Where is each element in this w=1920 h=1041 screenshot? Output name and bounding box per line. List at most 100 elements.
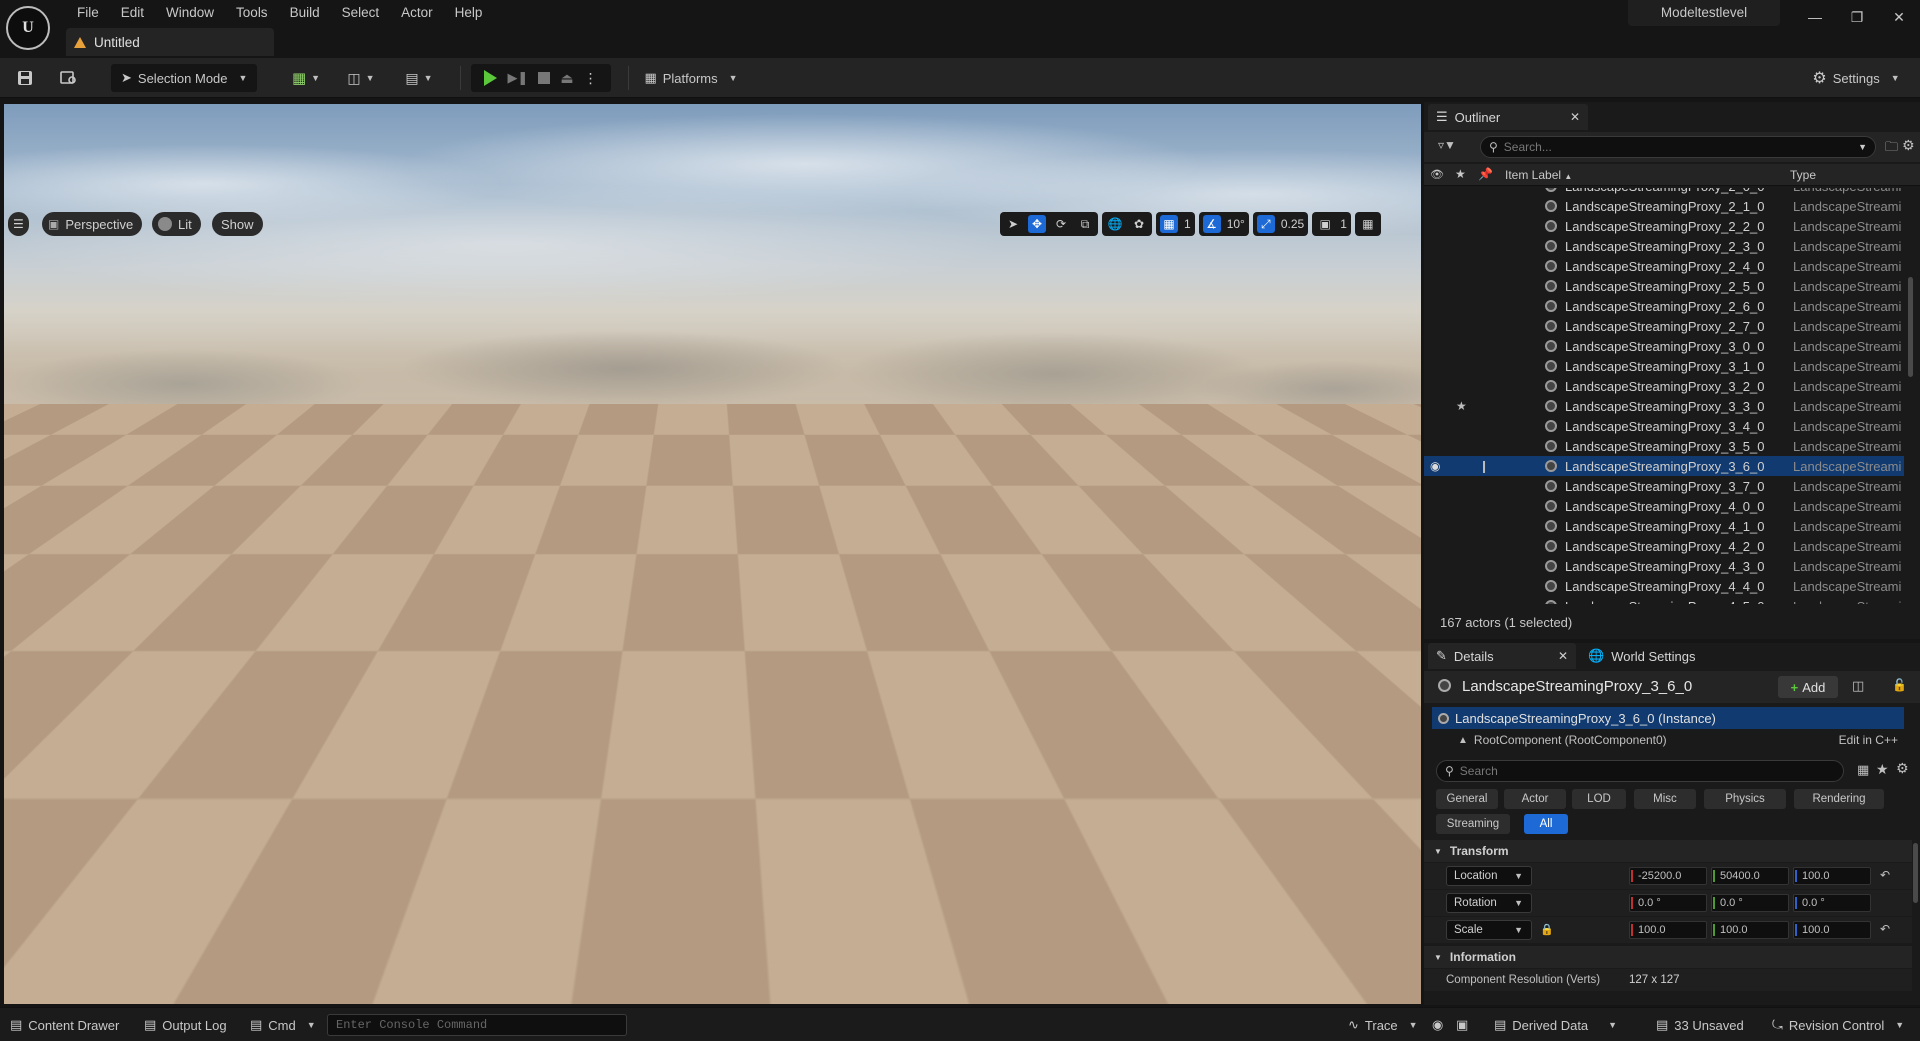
lock-icon[interactable]: 🔒 [1540,923,1554,936]
menu-select[interactable]: Select [331,3,391,22]
pin-column-icon[interactable]: 📌 [1478,167,1493,181]
rotation-x-field[interactable]: 0.0 ° [1629,894,1707,912]
trace-dropdown[interactable]: ∿ Trace ▼ [1348,1014,1418,1036]
surface-snap-icon[interactable]: ✿ [1130,215,1148,233]
scale-dropdown[interactable]: Scale ▼ [1446,920,1532,940]
type-column[interactable]: Type [1790,168,1816,182]
select-icon[interactable]: ➤ [1004,215,1022,233]
lit-button[interactable]: Lit [152,212,201,236]
location-dropdown[interactable]: Location ▼ [1446,866,1532,886]
tab-outliner[interactable]: ☰ Outliner ✕ [1428,104,1588,130]
selection-mode-dropdown[interactable]: ➤ Selection Mode ▼ [111,64,257,92]
outliner-row[interactable]: LandscapeStreamingProxy_2_4_0 LandscapeSt… [1424,256,1904,276]
outliner-row[interactable]: LandscapeStreamingProxy_4_5_0 LandscapeSt… [1424,596,1904,604]
pin-icon[interactable]: ❙ [1479,459,1489,473]
menu-help[interactable]: Help [444,3,494,22]
outliner-search-input[interactable]: ⚲ Search... ▼ [1480,136,1876,158]
layout-group[interactable]: ▦ [1354,212,1381,236]
outliner-row[interactable]: ◉ ❙ LandscapeStreamingProxy_3_6_0 Landscape… [1424,456,1904,476]
outliner-row[interactable]: LandscapeStreamingProxy_2_2_0 LandscapeSt… [1424,216,1904,236]
browse-icon[interactable] [56,64,82,92]
filter-icon[interactable]: ▿▼ [1438,138,1456,152]
outliner-row[interactable]: LandscapeStreamingProxy_3_2_0 LandscapeSt… [1424,376,1904,396]
outliner-row[interactable]: LandscapeStreamingProxy_4_1_0 LandscapeSt… [1424,516,1904,536]
outliner-row[interactable]: LandscapeStreamingProxy_2_3_0 LandscapeSt… [1424,236,1904,256]
rotation-snap-group[interactable]: ∡ 10° [1198,212,1249,236]
scale-snap-icon[interactable]: ⤢ [1256,215,1275,233]
reset-icon[interactable]: ↶ [1880,922,1890,936]
outliner-scrollbar[interactable] [1908,277,1913,377]
close-icon[interactable]: ✕ [1882,4,1916,30]
transform-section-header[interactable]: ▼ Transform [1424,840,1912,862]
menu-file[interactable]: File [66,3,110,22]
console-command-input[interactable]: Enter Console Command [327,1014,627,1036]
rotation-snap-value[interactable]: 10° [1227,217,1245,231]
minimize-icon[interactable]: — [1798,4,1832,30]
item-label-column[interactable]: Item Label ▲ [1505,168,1572,182]
outliner-row[interactable]: LandscapeStreamingProxy_4_0_0 LandscapeSt… [1424,496,1904,516]
grid-snap-group[interactable]: ▦ 1 [1156,212,1195,236]
menu-tools[interactable]: Tools [225,3,279,22]
filter-actor[interactable]: Actor [1504,789,1566,809]
outliner-row[interactable]: LandscapeStreamingProxy_4_2_0 LandscapeSt… [1424,536,1904,556]
outliner-row[interactable]: LandscapeStreamingProxy_2_6_0 LandscapeSt… [1424,296,1904,316]
close-icon[interactable]: ✕ [1570,110,1580,124]
settings-dropdown[interactable]: ⚙ Settings ▼ [1808,64,1904,92]
favorites-star-icon[interactable]: ★ [1876,761,1889,778]
outliner-row[interactable]: LandscapeStreamingProxy_2_7_0 LandscapeSt… [1424,316,1904,336]
outliner-row[interactable]: LandscapeStreamingProxy_3_1_0 LandscapeSt… [1424,356,1904,376]
information-section-header[interactable]: ▼ Information [1424,946,1912,968]
visibility-column-icon[interactable]: 👁 [1430,168,1444,181]
outliner-row[interactable]: LandscapeStreamingProxy_3_5_0 LandscapeSt… [1424,436,1904,456]
close-icon[interactable]: ✕ [1558,649,1568,663]
location-x-field[interactable]: -25200.0 [1629,867,1707,885]
rotation-dropdown[interactable]: Rotation ▼ [1446,893,1532,913]
derived-data-dropdown[interactable]: ▤ Derived Data ▼ [1494,1014,1617,1036]
filter-rendering[interactable]: Rendering [1794,789,1884,809]
unsaved-button[interactable]: ▤ 33 Unsaved [1656,1014,1744,1036]
rotation-y-field[interactable]: 0.0 ° [1711,894,1789,912]
restore-icon[interactable]: ❐ [1840,4,1874,30]
record-icon[interactable]: ◉ [1432,1014,1443,1036]
save-icon[interactable] [12,64,38,92]
grid-snap-value[interactable]: 1 [1184,217,1191,231]
content-drawer-button[interactable]: ▤ Content Drawer [10,1014,119,1036]
outliner-row[interactable]: ★ LandscapeStreamingProxy_3_3_0 LandscapeS… [1424,396,1904,416]
filter-general[interactable]: General [1436,789,1498,809]
camera-icon[interactable]: ▣ [1316,215,1334,233]
menu-actor[interactable]: Actor [390,3,444,22]
table-view-icon[interactable]: ▦ [1857,762,1869,778]
camera-speed-value[interactable]: 1 [1340,217,1347,231]
cmd-dropdown[interactable]: ▤ Cmd ▼ [250,1014,316,1036]
blueprint-button[interactable]: ◫ ▼ [340,64,382,92]
scale-x-field[interactable]: 100.0 [1629,921,1707,939]
outliner-row[interactable]: LandscapeStreamingProxy_4_3_0 LandscapeSt… [1424,556,1904,576]
filter-all[interactable]: All [1524,814,1568,834]
outliner-row[interactable]: LandscapeStreamingProxy_4_4_0 LandscapeSt… [1424,576,1904,596]
location-z-field[interactable]: 100.0 [1793,867,1871,885]
level-viewport[interactable]: ☰ ▣ Perspective Lit Show ➤ ✥ ⟳ ⧉ 🌐 ✿ ▦ 1… [4,104,1421,1004]
cinematics-button[interactable]: ▤ ▼ [398,64,440,92]
more-options-icon[interactable]: ⋮ [584,70,598,87]
add-component-button[interactable]: + Add [1778,676,1838,698]
gear-icon[interactable]: ⚙ [1896,760,1909,777]
outliner-row[interactable]: LandscapeStreamingProxy_3_7_0 LandscapeSt… [1424,476,1904,496]
translate-icon[interactable]: ✥ [1028,215,1046,233]
scale-y-field[interactable]: 100.0 [1711,921,1789,939]
edit-in-cpp-link[interactable]: Edit in C++ [1839,733,1904,747]
output-log-button[interactable]: ▤ Output Log [144,1014,227,1036]
show-button[interactable]: Show [212,212,263,236]
revision-control-dropdown[interactable]: ⤿ Revision Control ▼ [1772,1014,1904,1036]
document-tab[interactable]: Untitled [66,28,274,56]
outliner-row[interactable]: LandscapeStreamingProxy_2_5_0 LandscapeSt… [1424,276,1904,296]
outliner-row[interactable]: LandscapeStreamingProxy_2_1_0 LandscapeSt… [1424,196,1904,216]
lock-icon[interactable]: 🔓 [1892,678,1907,692]
details-scrollbar[interactable] [1913,843,1918,903]
scale-z-field[interactable]: 100.0 [1793,921,1871,939]
tab-world-settings[interactable]: 🌐 World Settings [1580,643,1720,669]
menu-build[interactable]: Build [279,3,331,22]
angle-snap-icon[interactable]: ∡ [1202,215,1221,233]
favorite-column-icon[interactable]: ★ [1455,167,1466,181]
filter-physics[interactable]: Physics [1704,789,1786,809]
filter-lod[interactable]: LOD [1572,789,1626,809]
